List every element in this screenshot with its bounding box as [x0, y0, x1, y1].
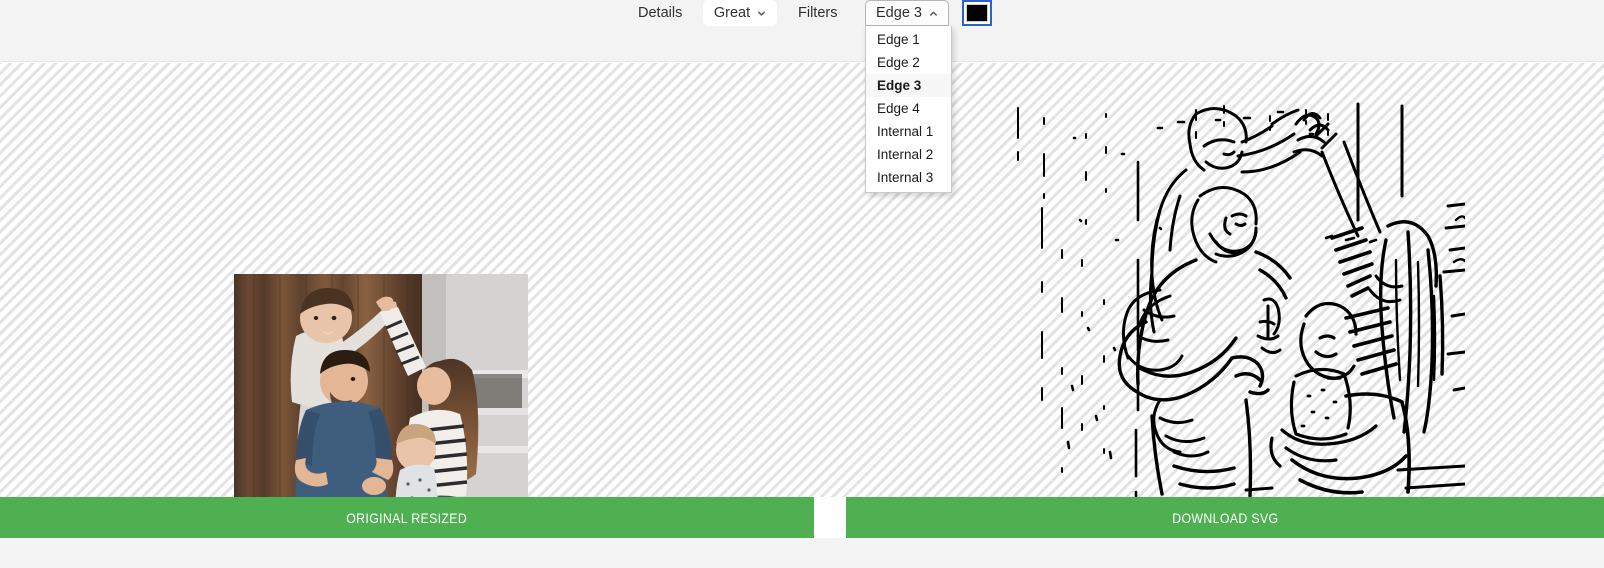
footer-strip — [0, 538, 1604, 568]
filter-dropdown-menu[interactable]: Edge 1 Edge 2 Edge 3 Edge 4 Internal 1 I… — [865, 26, 952, 193]
original-photo-image — [234, 274, 528, 497]
details-label: Details — [638, 5, 683, 21]
preview-canvas — [0, 63, 1604, 497]
download-svg-label: DOWNLOAD SVG — [1171, 509, 1279, 526]
filter-select[interactable]: Edge 3 — [865, 0, 949, 26]
svg-edge-trace-image — [1017, 102, 1465, 497]
quality-select[interactable]: Great — [703, 0, 777, 26]
menu-item-edge-2[interactable]: Edge 2 — [866, 51, 951, 74]
color-swatch-button[interactable] — [962, 0, 992, 26]
original-photo-preview[interactable] — [234, 274, 528, 497]
svg-edge-trace-preview[interactable] — [1010, 100, 1465, 497]
download-svg-button[interactable]: DOWNLOAD SVG — [846, 497, 1604, 538]
original-resized-button[interactable]: ORIGINAL RESIZED — [0, 497, 814, 538]
filter-select-value: Edge 3 — [876, 5, 922, 21]
chevron-down-icon — [758, 11, 766, 16]
toolbar-controls: Details Great Filters Edge 3 — [0, 0, 1604, 26]
quality-select-value: Great — [713, 5, 751, 21]
chevron-up-icon — [930, 11, 937, 16]
color-swatch — [966, 4, 988, 22]
menu-item-edge-1[interactable]: Edge 1 — [866, 28, 951, 51]
menu-item-internal-2[interactable]: Internal 2 — [866, 143, 951, 166]
filters-label: Filters — [798, 5, 838, 21]
menu-item-edge-3[interactable]: Edge 3 — [866, 74, 951, 97]
menu-item-internal-1[interactable]: Internal 1 — [866, 120, 951, 143]
top-toolbar: Details Great Filters Edge 3 — [0, 0, 1604, 62]
menu-item-internal-3[interactable]: Internal 3 — [866, 166, 951, 189]
menu-item-edge-4[interactable]: Edge 4 — [866, 97, 951, 120]
original-resized-label: ORIGINAL RESIZED — [346, 509, 468, 526]
